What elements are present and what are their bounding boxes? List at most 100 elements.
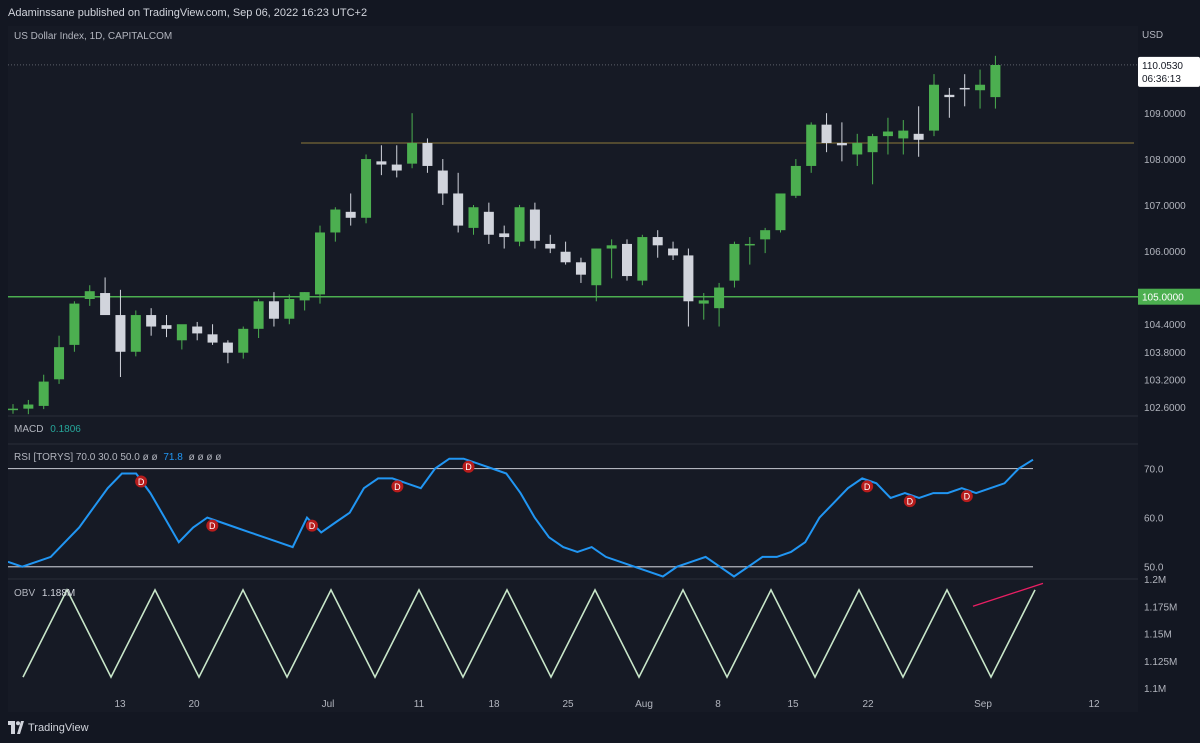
candle: [146, 308, 157, 336]
candle-body: [38, 381, 49, 406]
divergence-marker: D: [960, 490, 973, 503]
candle-body: [100, 293, 111, 316]
last-price-label: 110.0530: [1142, 61, 1183, 72]
divergence-marker-text: D: [864, 482, 871, 492]
tradingview-logo-icon: [8, 721, 24, 734]
candle: [852, 133, 863, 166]
candle: [69, 301, 80, 352]
candle: [176, 324, 187, 350]
obv-label: OBV: [14, 588, 36, 599]
time-tick-label: 15: [787, 699, 799, 710]
obv-tick-label: 1.125M: [1144, 657, 1177, 668]
price-axis[interactable]: 109.0000 108.0000 107.0000 106.0000 104.4000…: [1138, 26, 1200, 712]
currency-label: USD: [1142, 30, 1164, 41]
divergence-marker: D: [305, 519, 318, 532]
candle-body: [115, 315, 126, 352]
divergence-marker: D: [861, 480, 874, 493]
candle: [606, 239, 617, 279]
candle-body: [146, 315, 157, 327]
brand-name: TradingView: [28, 722, 89, 734]
publisher-text: Adaminssane published on TradingView.com…: [8, 7, 368, 19]
candle: [836, 122, 847, 162]
candle: [207, 324, 218, 345]
candle-body: [714, 287, 725, 309]
candle: [913, 106, 924, 157]
candle-body: [913, 133, 924, 140]
main-pane: [8, 55, 1138, 415]
price-tick-label: 109.0000: [1144, 109, 1186, 120]
candle-body: [499, 233, 510, 238]
divergence-marker: D: [206, 519, 219, 532]
price-tick-label: 108.0000: [1144, 155, 1186, 166]
candle-body: [668, 248, 679, 256]
candle: [238, 326, 249, 359]
candle-body: [238, 328, 249, 353]
time-axis: 13 20 Jul 11 18 25 Aug 8 15 22 Sep 12: [114, 699, 1100, 710]
divergence-marker-text: D: [964, 492, 971, 502]
candle: [84, 285, 95, 306]
candle: [729, 241, 740, 288]
divergence-marker: D: [391, 480, 404, 493]
candle: [115, 289, 126, 377]
macd-value: 0.1806: [50, 424, 81, 435]
candle-body: [483, 211, 494, 235]
candle-body: [437, 170, 448, 194]
price-tick-label: 107.0000: [1144, 201, 1186, 212]
candle-body: [207, 334, 218, 343]
price-tick-label: 106.0000: [1144, 247, 1186, 258]
candle: [161, 315, 172, 338]
candle-body: [468, 207, 479, 228]
candle: [929, 74, 939, 137]
candle: [299, 292, 310, 311]
price-tick-label: 103.2000: [1144, 375, 1186, 386]
candle-body: [391, 164, 402, 171]
rsi-pane: D D D D D D D D: [8, 457, 1034, 578]
candle-body: [852, 143, 863, 155]
candle-body: [944, 94, 955, 98]
candle: [315, 225, 325, 304]
candle: [944, 87, 955, 118]
candle: [959, 74, 970, 107]
candle: [100, 277, 111, 316]
time-tick-label: 13: [114, 699, 126, 710]
candle-body: [575, 262, 586, 275]
time-tick-label: 18: [488, 699, 500, 710]
candle-body: [606, 245, 617, 249]
candle-body: [299, 292, 310, 301]
candle-body: [23, 404, 34, 409]
rsi-tick-label: 60.0: [1144, 514, 1164, 525]
candle-body: [453, 193, 464, 226]
candle-body: [268, 301, 279, 319]
macd-legend: MACD 0.1806: [14, 424, 81, 435]
candle: [514, 204, 525, 247]
candle-body: [652, 237, 663, 246]
candle: [437, 159, 448, 205]
candle: [453, 172, 464, 233]
rsi-value: 71.8: [163, 452, 183, 463]
candle: [744, 237, 755, 265]
obv-tick-label: 1.15M: [1144, 630, 1172, 641]
candle: [714, 282, 725, 327]
candle-body: [8, 408, 18, 411]
divergence-marker-text: D: [907, 497, 914, 507]
chart-canvas[interactable]: D D D D D D D D 13 20 Jul 11 18 25 Aug 8 15 22 Sep 12: [8, 26, 1138, 712]
candle: [483, 202, 494, 244]
candle: [361, 154, 372, 224]
candle: [54, 335, 65, 384]
rsi-tick-label: 50.0: [1144, 563, 1164, 574]
candle-body: [222, 342, 233, 353]
divergence-marker-text: D: [309, 521, 316, 531]
price-axis-canvas[interactable]: 109.0000 108.0000 107.0000 106.0000 104.4000…: [1138, 26, 1200, 712]
candle: [760, 227, 771, 254]
footer: TradingView: [0, 712, 1200, 743]
candle: [990, 55, 1001, 109]
obv-legend: OBV 1.188M: [14, 588, 75, 599]
chart-area[interactable]: D D D D D D D D 13 20 Jul 11 18 25 Aug 8 15 22 Sep 12 US D…: [8, 26, 1138, 712]
rsi-tick-label: 70.0: [1144, 465, 1164, 476]
candle: [975, 69, 986, 109]
candle-body: [345, 211, 356, 218]
candle-body: [898, 130, 909, 139]
candle: [637, 234, 648, 286]
countdown-label: 06:36:13: [1142, 74, 1181, 85]
price-tick-label: 103.8000: [1144, 348, 1186, 359]
